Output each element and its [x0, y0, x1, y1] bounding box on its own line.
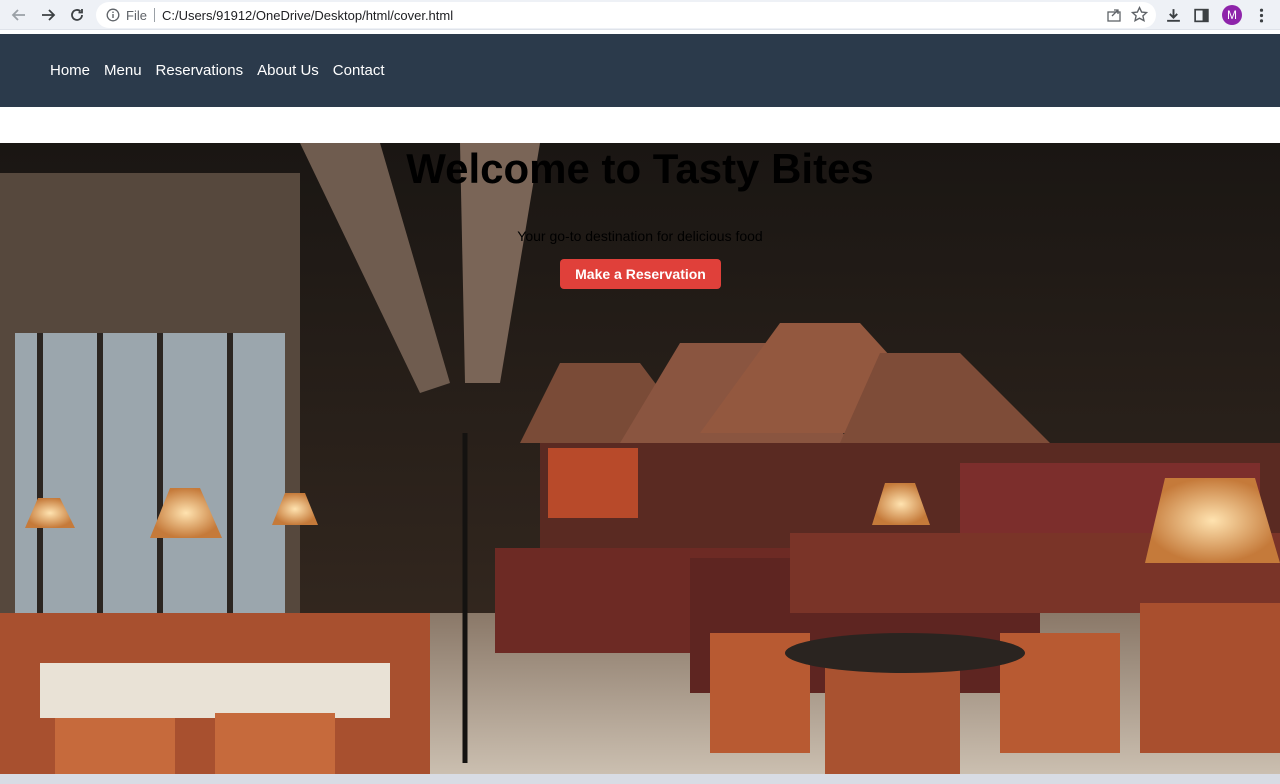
- address-bar[interactable]: File C:/Users/91912/OneDrive/Desktop/htm…: [96, 2, 1156, 28]
- side-panel-icon[interactable]: [1192, 6, 1210, 24]
- kebab-menu-icon[interactable]: [1252, 6, 1270, 24]
- hero-subtitle: Your go-to destination for delicious foo…: [517, 228, 763, 244]
- reload-icon[interactable]: [65, 3, 89, 27]
- nav-link-contact[interactable]: Contact: [333, 62, 385, 79]
- browser-toolbar: File C:/Users/91912/OneDrive/Desktop/htm…: [0, 0, 1280, 30]
- back-arrow-icon[interactable]: [7, 3, 31, 27]
- hero-section: Welcome to Tasty Bites Your go-to destin…: [0, 143, 1280, 774]
- url-text[interactable]: C:/Users/91912/OneDrive/Desktop/html/cov…: [162, 8, 453, 23]
- scheme-label: File: [126, 7, 147, 23]
- nav-link-about-us[interactable]: About Us: [257, 62, 319, 79]
- star-icon[interactable]: [1130, 5, 1149, 23]
- info-icon[interactable]: [106, 8, 120, 22]
- nav-link-menu[interactable]: Menu: [104, 62, 142, 79]
- hero-title: Welcome to Tasty Bites: [406, 145, 874, 192]
- nav-link-reservations[interactable]: Reservations: [156, 62, 244, 79]
- nav-list: Home Menu Reservations About Us Contact: [50, 62, 399, 79]
- download-icon[interactable]: [1164, 6, 1182, 24]
- address-divider: [153, 8, 155, 22]
- avatar[interactable]: M: [1222, 5, 1242, 25]
- nav-link-home[interactable]: Home: [50, 62, 90, 79]
- forward-arrow-icon[interactable]: [36, 3, 60, 27]
- browser-bottom-edge: [0, 774, 1280, 784]
- site-navbar: Home Menu Reservations About Us Contact: [0, 34, 1280, 107]
- share-icon[interactable]: [1106, 7, 1122, 23]
- make-reservation-button[interactable]: Make a Reservation: [560, 259, 721, 289]
